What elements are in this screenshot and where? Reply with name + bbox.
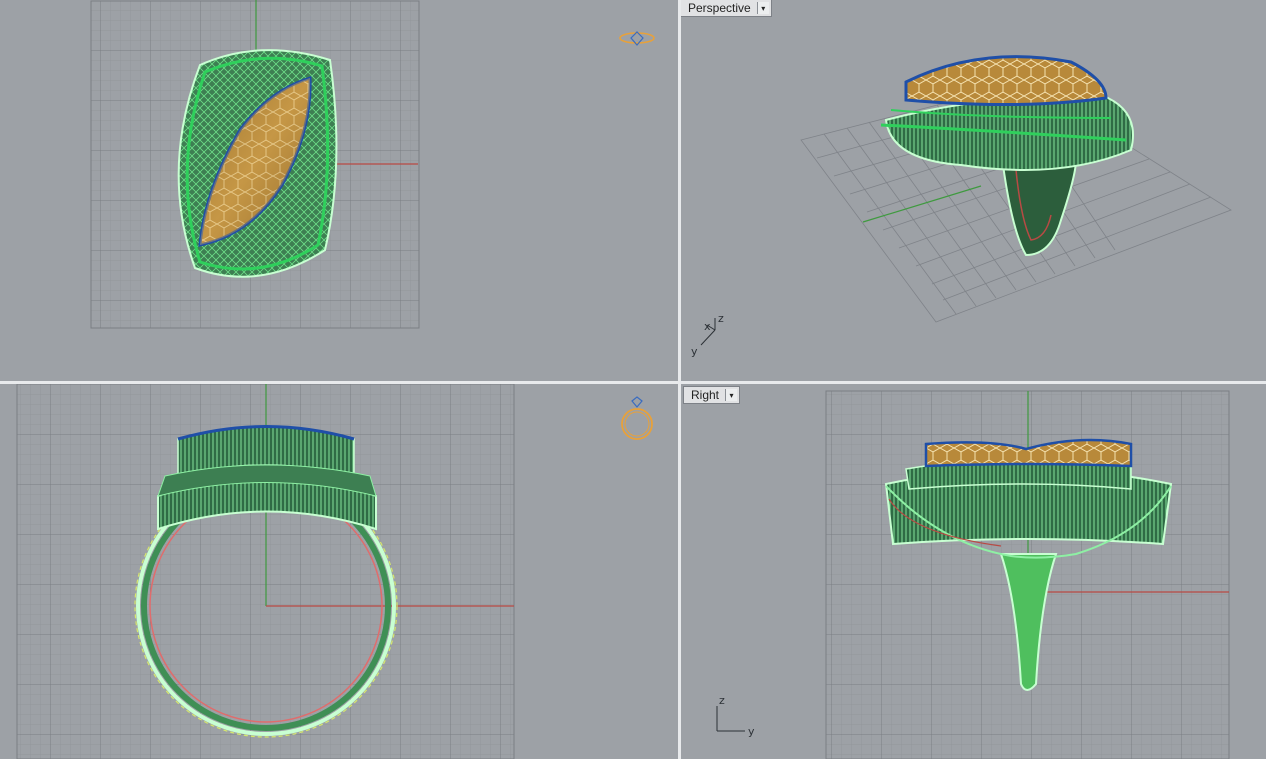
ring-model-top[interactable] <box>177 49 338 278</box>
viewport-title[interactable]: Perspective <box>681 0 757 16</box>
axis-label-z: z <box>719 694 725 707</box>
top-view-canvas[interactable] <box>0 0 678 381</box>
viewport-tab-right[interactable]: Right ▾ <box>683 386 741 404</box>
axis-gizmo-right: z y <box>716 694 755 738</box>
viewport-divider-horizontal[interactable] <box>0 381 1266 384</box>
dropdown-arrow-icon[interactable]: ▾ <box>756 2 769 14</box>
viewport-perspective[interactable]: x z y Perspective ▾ <box>681 0 1266 381</box>
ring-model-perspective[interactable] <box>880 55 1134 257</box>
viewport-front[interactable] <box>0 384 678 759</box>
axis-label-y: y <box>748 725 755 738</box>
axis-label-z: z <box>718 312 724 325</box>
viewport-top[interactable] <box>0 0 678 381</box>
ring-front-view-icon <box>621 396 653 440</box>
ring-top-view-icon <box>619 31 655 46</box>
viewport-right[interactable]: z y Right ▾ <box>681 384 1266 759</box>
axis-label-y: y <box>691 345 698 358</box>
axis-gizmo-perspective: x z y <box>691 312 724 358</box>
front-view-canvas[interactable] <box>0 384 678 759</box>
right-view-canvas[interactable]: z y <box>681 384 1266 759</box>
axis-label-x: x <box>704 320 711 333</box>
viewport-tab-perspective[interactable]: Perspective ▾ <box>681 0 772 17</box>
viewport-title[interactable]: Right <box>684 387 725 403</box>
perspective-view-canvas[interactable]: x z y <box>681 0 1266 381</box>
viewport-divider-vertical[interactable] <box>678 0 681 759</box>
dropdown-arrow-icon[interactable]: ▾ <box>725 389 738 401</box>
